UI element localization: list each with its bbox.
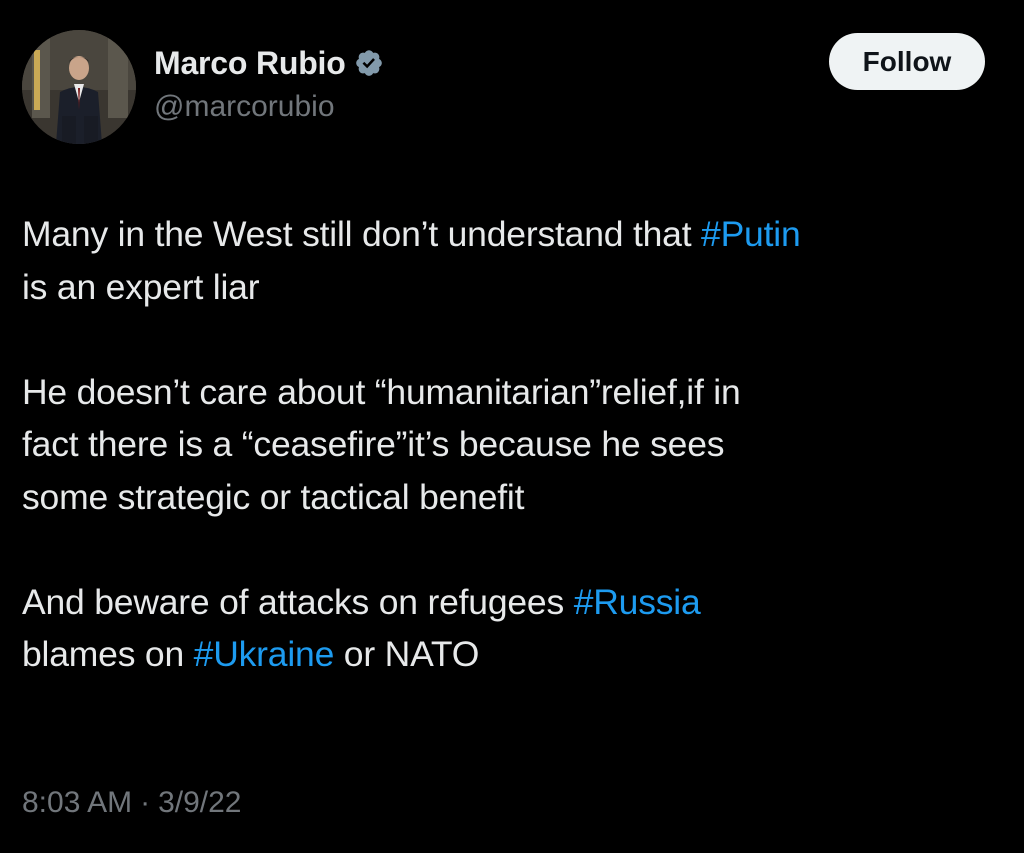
author-name-row: Marco Rubio bbox=[154, 40, 384, 86]
tweet-line: Many in the West still don’t understand … bbox=[22, 208, 1012, 261]
tweet-card: Marco Rubio @marcorubio Follow Many in t… bbox=[0, 0, 1024, 853]
tweet-time: 8:03 AM bbox=[22, 786, 133, 819]
hashtag-link[interactable]: #Putin bbox=[701, 214, 801, 254]
author-display-name[interactable]: Marco Rubio bbox=[154, 45, 346, 82]
tweet-text: Many in the West still don’t understand … bbox=[22, 208, 1012, 681]
hashtag-link[interactable]: #Russia bbox=[574, 582, 701, 622]
tweet-text-segment: or NATO bbox=[334, 634, 480, 674]
author-handle[interactable]: @marcorubio bbox=[154, 90, 335, 124]
tweet-line: fact there is a “ceasefire”it’s because … bbox=[22, 424, 725, 464]
tweet-timestamp[interactable]: 8:03 AM · 3/9/22 bbox=[22, 786, 242, 820]
profile-photo bbox=[22, 30, 136, 144]
tweet-date: 3/9/22 bbox=[158, 786, 242, 819]
tweet-line: He doesn’t care about “humanitarian”reli… bbox=[22, 371, 741, 412]
follow-button[interactable]: Follow bbox=[829, 33, 985, 90]
verified-badge-icon[interactable] bbox=[354, 48, 384, 78]
hashtag-link[interactable]: #Ukraine bbox=[194, 634, 335, 674]
tweet-line: blames on #Ukraine or NATO bbox=[22, 628, 1012, 681]
tweet-text-segment: And beware of attacks on refugees bbox=[22, 581, 574, 622]
tweet-line: some strategic or tactical benefit bbox=[22, 476, 525, 517]
tweet-text-segment: blames on bbox=[22, 634, 194, 674]
tweet-text-segment: Many in the West still don’t understand … bbox=[22, 214, 702, 254]
tweet-line: is an expert liar bbox=[22, 266, 260, 307]
avatar[interactable] bbox=[22, 30, 136, 144]
tweet-line: And beware of attacks on refugees #Russi… bbox=[22, 576, 1012, 629]
meta-separator: · bbox=[140, 786, 151, 819]
